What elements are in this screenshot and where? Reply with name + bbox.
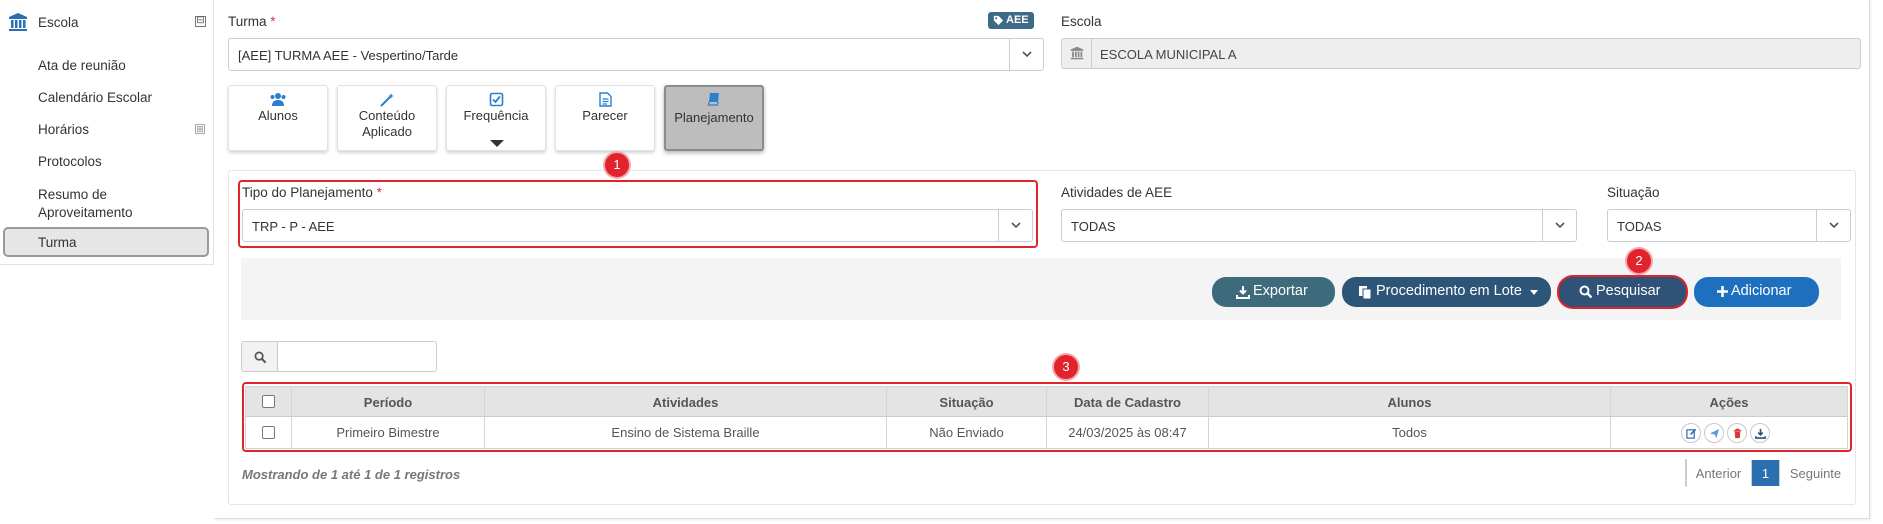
- bank-icon: [8, 12, 28, 32]
- pesquisar-button[interactable]: Pesquisar: [1559, 277, 1686, 307]
- atividades-label: Atividades de AEE: [1061, 185, 1173, 200]
- users-icon: [229, 92, 327, 108]
- bank-icon: [1062, 39, 1092, 68]
- sidebar: Escola ⊟ Ata de reunião Calendário Escol…: [0, 0, 214, 265]
- turma-select[interactable]: [AEE] TURMA AEE - Vespertino/Tarde: [228, 38, 1044, 71]
- check-square-icon: [447, 92, 545, 108]
- search-icon[interactable]: [241, 341, 278, 372]
- search-icon: [1579, 285, 1593, 303]
- pagination-page-1[interactable]: 1: [1752, 460, 1779, 486]
- expand-icon[interactable]: ⊞: [195, 124, 205, 134]
- sidebar-item-horarios[interactable]: Horários: [38, 122, 89, 137]
- tag-icon: [993, 15, 1004, 29]
- adicionar-button[interactable]: Adicionar: [1694, 277, 1819, 307]
- situacao-select[interactable]: TODAS: [1607, 209, 1851, 242]
- chevron-down-icon[interactable]: [1816, 210, 1850, 241]
- sidebar-item-calendario[interactable]: Calendário Escolar: [38, 90, 152, 105]
- search-input[interactable]: [277, 341, 437, 372]
- caret-down-icon: [490, 140, 504, 147]
- tile-frequencia[interactable]: Frequência: [446, 85, 546, 151]
- file-text-icon: [556, 92, 654, 108]
- chevron-down-icon[interactable]: [1009, 39, 1043, 70]
- magic-wand-icon: [338, 92, 436, 108]
- turma-label: Turma *: [228, 14, 276, 29]
- table-info: Mostrando de 1 até 1 de 1 registros: [242, 467, 461, 482]
- sidebar-item-label: Turma: [38, 235, 77, 250]
- procedimento-lote-button[interactable]: Procedimento em Lote: [1342, 277, 1551, 307]
- chevron-down-icon[interactable]: [1542, 210, 1576, 241]
- atividades-select[interactable]: TODAS: [1061, 209, 1577, 242]
- pagination-prev[interactable]: Anterior: [1686, 460, 1752, 486]
- pagination-next[interactable]: Seguinte: [1779, 460, 1851, 486]
- collapse-icon[interactable]: ⊟: [195, 16, 206, 27]
- situacao-label: Situação: [1607, 185, 1660, 200]
- copy-icon: [1358, 285, 1372, 304]
- sidebar-item-protocolos[interactable]: Protocolos: [38, 154, 102, 169]
- escola-label: Escola: [1061, 14, 1102, 29]
- book-icon: [666, 92, 762, 108]
- main-panel: Turma * AEE [AEE] TURMA AEE - Vespertino…: [214, 0, 1870, 519]
- tile-conteudo[interactable]: Conteúdo Aplicado: [337, 85, 437, 151]
- aee-badge: AEE: [988, 12, 1034, 29]
- download-icon: [1236, 285, 1250, 303]
- annotation-box-1: [238, 180, 1038, 248]
- annotation-marker-2: 2: [1627, 249, 1651, 273]
- sidebar-item-resumo[interactable]: Resumo de Aproveitamento: [38, 186, 168, 222]
- tile-planejamento[interactable]: Planejamento: [664, 85, 764, 151]
- annotation-marker-1: 1: [605, 153, 629, 177]
- exportar-button[interactable]: Exportar: [1212, 277, 1335, 307]
- table-search: [241, 341, 437, 372]
- sidebar-item-ata[interactable]: Ata de reunião: [38, 58, 126, 73]
- caret-down-icon: [1530, 290, 1538, 295]
- sidebar-item-turma[interactable]: Turma: [3, 227, 209, 257]
- tile-parecer[interactable]: Parecer: [555, 85, 655, 151]
- sidebar-title: Escola: [38, 15, 79, 30]
- pagination: Anterior 1 Seguinte: [1685, 459, 1841, 487]
- plus-icon: [1716, 285, 1729, 302]
- tile-alunos[interactable]: Alunos: [228, 85, 328, 151]
- annotation-box-3: [242, 382, 1852, 452]
- sidebar-header[interactable]: Escola ⊟: [0, 10, 214, 36]
- annotation-marker-3: 3: [1054, 355, 1078, 379]
- escola-field: ESCOLA MUNICIPAL A: [1061, 38, 1861, 69]
